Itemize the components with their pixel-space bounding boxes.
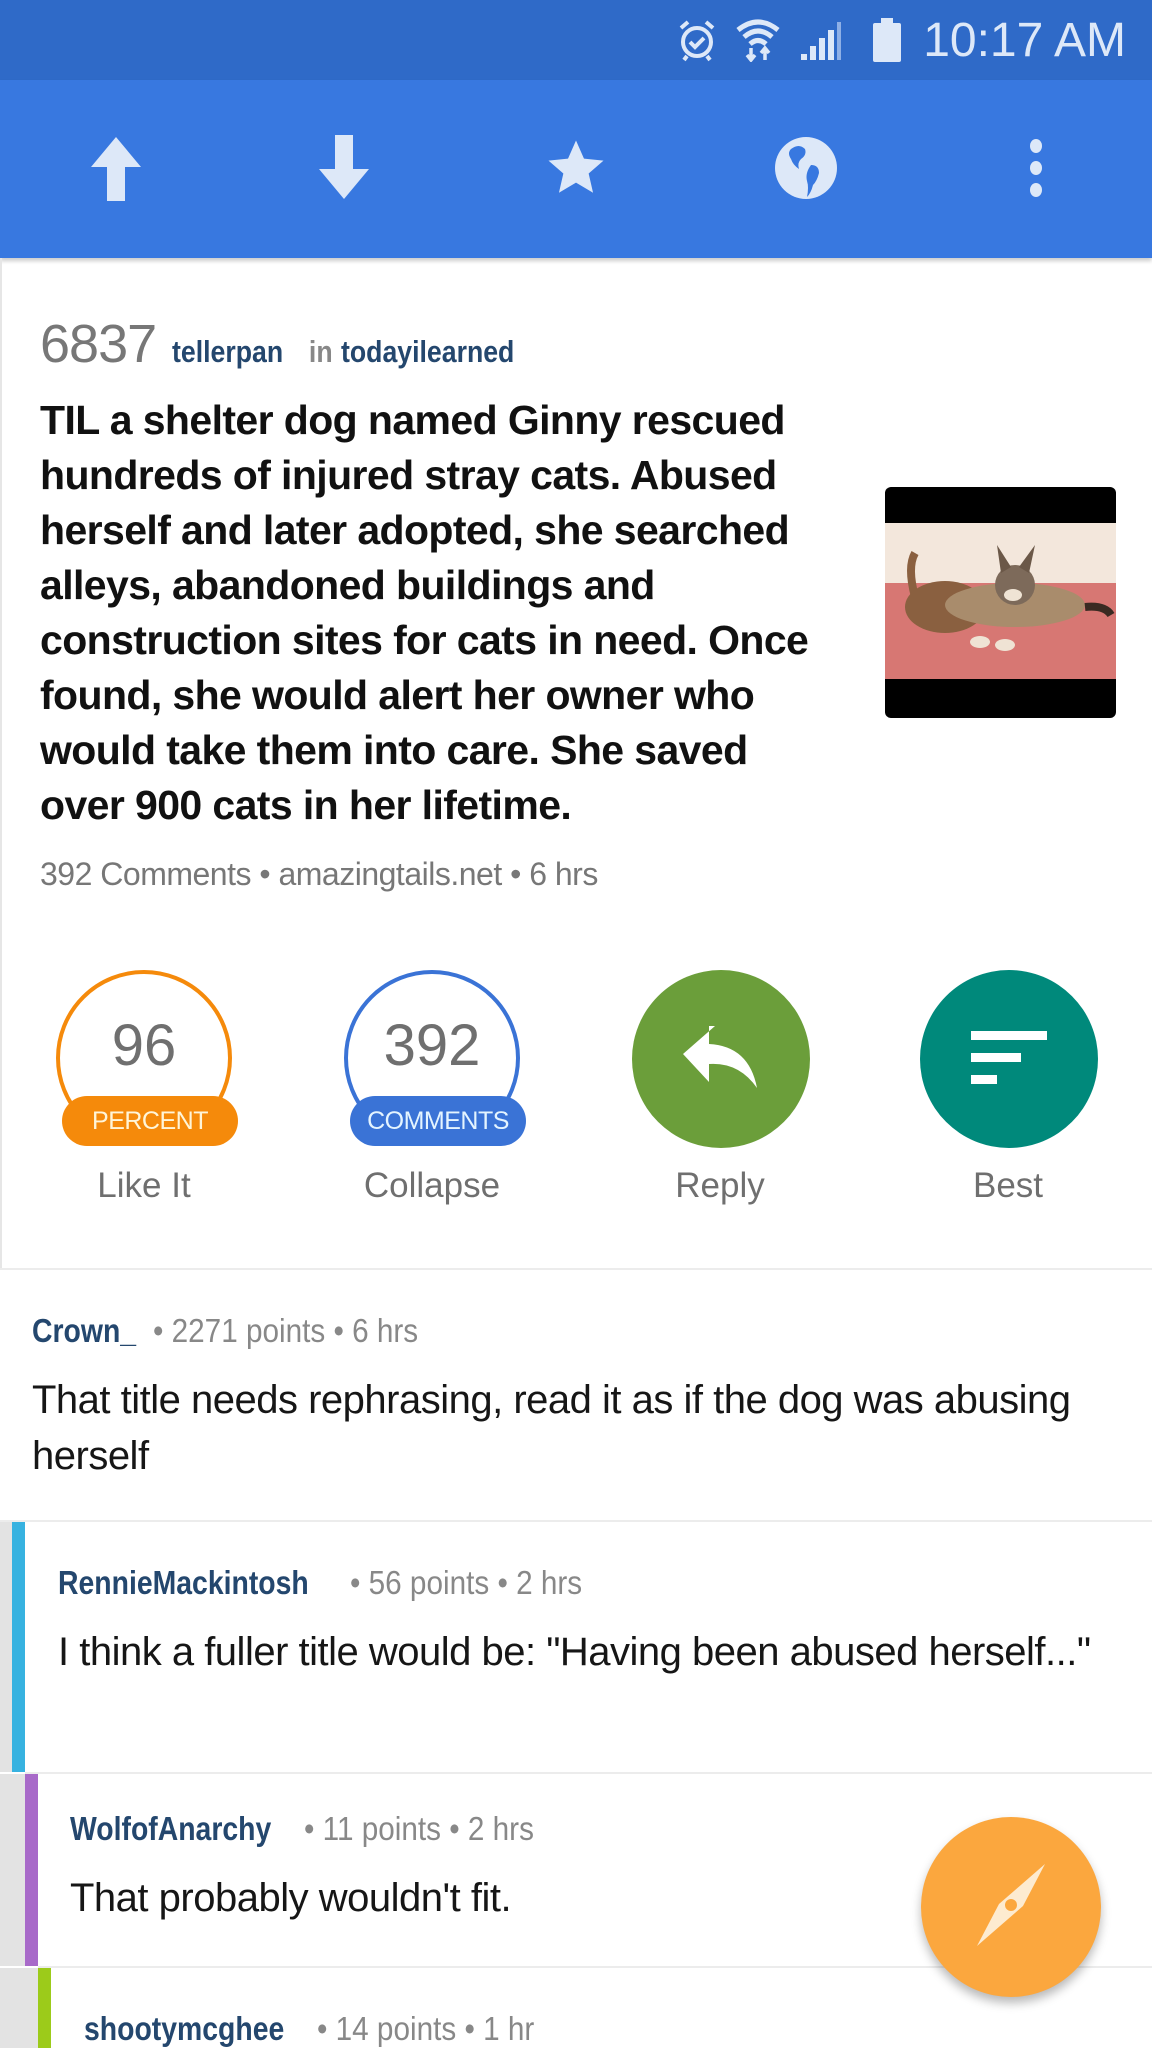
upvote-button[interactable] [66, 120, 166, 220]
reply-circle [632, 970, 810, 1148]
comment-body: That title needs rephrasing, read it as … [32, 1378, 1071, 1478]
comment-points-time: • 2271 points • 6 hrs [153, 1312, 419, 1349]
star-icon [543, 135, 609, 206]
status-bar: 10:17 AM [0, 0, 1152, 80]
comment-points-time: • 11 points • 2 hrs [304, 1810, 534, 1847]
wifi-icon [735, 18, 781, 62]
upvote-percent-ring: 96 PERCENT [56, 970, 238, 1146]
battery-icon [873, 18, 902, 62]
arrow-down-icon [314, 133, 374, 208]
post-meta: 6837 tellerpan in todayilearned [40, 313, 542, 375]
signal-icon [799, 18, 843, 62]
clock: 10:17 AM [923, 13, 1126, 67]
collapse-button[interactable]: 392 COMMENTS Collapse [332, 970, 532, 1210]
comment[interactable]: Crown_ • 2271 points • 6 hrs That title … [0, 1270, 1152, 1520]
comment-meta: Crown_ • 2271 points • 6 hrs [32, 1312, 448, 1350]
like-it-label: Like It [97, 1166, 191, 1205]
post-info: 392 Comments • amazingtails.net • 6 hrs [40, 856, 598, 892]
comment-body: That probably wouldn't fit. [70, 1876, 512, 1920]
dog-and-cat-image [885, 523, 1116, 679]
alarm-icon [677, 18, 717, 62]
post-thumbnail[interactable] [885, 487, 1116, 718]
comment-author[interactable]: Crown_ [32, 1312, 136, 1350]
post-toolbar [0, 80, 1152, 258]
upvote-percent-value: 96 [111, 1013, 177, 1078]
post-card: 6837 tellerpan in todayilearned TIL a sh… [0, 258, 1152, 1268]
more-options-button[interactable] [986, 120, 1086, 220]
more-vertical-icon [1026, 138, 1046, 203]
navigate-fab-button[interactable] [921, 1817, 1101, 1997]
comment-meta: WolfofAnarchy • 11 points • 2 hrs [70, 1810, 560, 1848]
compass-icon [971, 1860, 1051, 1955]
open-browser-button[interactable] [756, 120, 856, 220]
percent-pill: PERCENT [62, 1096, 238, 1146]
depth-indicator [12, 1522, 25, 1772]
in-label: in [309, 334, 333, 369]
depth-indicator [25, 1774, 38, 1966]
comment-author[interactable]: RennieMackintosh [58, 1564, 309, 1602]
arrow-up-icon [86, 133, 146, 208]
comment-points-time: • 56 points • 2 hrs [349, 1564, 582, 1601]
comment-meta: RennieMackintosh • 56 points • 2 hrs [58, 1564, 607, 1602]
indent-gutter [0, 1968, 38, 2048]
comment-author[interactable]: shootymcghee [84, 2010, 284, 2048]
sort-icon [969, 1029, 1049, 1090]
post-author-link[interactable]: tellerpan [172, 334, 283, 370]
comment-author[interactable]: WolfofAnarchy [70, 1810, 271, 1848]
indent-gutter [0, 1774, 25, 1966]
globe-icon [773, 135, 839, 206]
save-button[interactable] [526, 120, 626, 220]
comment[interactable]: RennieMackintosh • 56 points • 2 hrs I t… [0, 1522, 1152, 1772]
comments-pill: COMMENTS [350, 1096, 526, 1146]
comment-points-time: • 14 points • 1 hr [316, 2010, 535, 2047]
post-title[interactable]: TIL a shelter dog named Ginny rescued hu… [40, 393, 840, 833]
collapse-label: Collapse [363, 1166, 501, 1205]
reply-button[interactable]: Reply [620, 970, 820, 1210]
comment-body: I think a fuller title would be: "Having… [58, 1630, 1091, 1674]
reply-label: Reply [675, 1166, 765, 1205]
downvote-button[interactable] [294, 120, 394, 220]
sort-circle [920, 970, 1098, 1148]
like-it-button[interactable]: 96 PERCENT Like It [44, 970, 244, 1210]
indent-gutter [0, 1522, 12, 1772]
depth-indicator [38, 1968, 51, 2048]
reply-icon [681, 1022, 761, 1097]
sort-best-label: Best [972, 1166, 1044, 1205]
comment-meta: shootymcghee • 14 points • 1 hr [84, 2010, 558, 2048]
post-actions: 96 PERCENT Like It 392 COMMENTS Collapse… [2, 970, 1152, 1210]
comment-count-value: 392 [383, 1013, 481, 1078]
post-score: 6837 [40, 314, 157, 374]
comment-count-ring: 392 COMMENTS [344, 970, 526, 1146]
subreddit-link[interactable]: todayilearned [341, 334, 514, 370]
sort-best-button[interactable]: Best [908, 970, 1108, 1210]
